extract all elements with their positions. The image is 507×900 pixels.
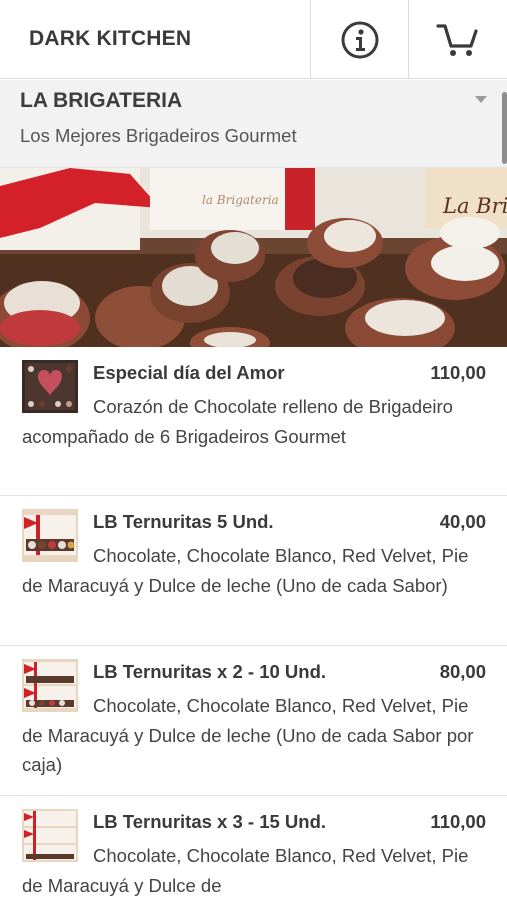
product-description: Chocolate, Chocolate Blanco, Red Velvet,… <box>22 695 474 775</box>
store-name: LA BRIGATERIA <box>20 89 183 112</box>
product-item[interactable]: Especial día del Amor 110,00 Corazón de … <box>0 347 507 496</box>
app-title: DARK KITCHEN <box>29 27 192 50</box>
product-description: Corazón de Chocolate relleno de Brigadei… <box>22 396 453 447</box>
store-banner-image: la Brigateria La Brig <box>0 168 507 347</box>
chevron-down-icon[interactable] <box>475 96 487 103</box>
banner-logo: La Brig <box>442 194 507 218</box>
product-description: Chocolate, Chocolate Blanco, Red Velvet,… <box>22 545 469 596</box>
product-title: Especial día del Amor <box>93 362 285 383</box>
product-item[interactable]: LB Ternuritas 5 Und. 40,00 Chocolate, Ch… <box>0 496 507 646</box>
product-item[interactable]: LB Ternuritas x 3 - 15 Und. 110,00 Choco… <box>0 796 507 900</box>
product-price: 110,00 <box>430 362 486 383</box>
top-bar: DARK KITCHEN <box>0 0 507 79</box>
product-price: 80,00 <box>439 661 486 682</box>
store-header[interactable]: LA BRIGATERIA Los Mejores Brigadeiros Go… <box>0 80 507 168</box>
product-title: LB Ternuritas x 3 - 15 Und. <box>93 811 327 832</box>
product-description: Chocolate, Chocolate Blanco, Red Velvet,… <box>22 845 469 896</box>
product-price: 40,00 <box>439 511 486 532</box>
scrollbar[interactable] <box>502 92 507 164</box>
shopping-cart-icon <box>436 23 478 56</box>
product-title: LB Ternuritas x 2 - 10 Und. <box>93 661 327 682</box>
store-subtitle: Los Mejores Brigadeiros Gourmet <box>20 125 297 146</box>
info-circle-icon <box>341 21 378 58</box>
product-list: Especial día del Amor 110,00 Corazón de … <box>0 347 507 900</box>
banner-box-label: la Brigateria <box>202 193 279 207</box>
info-button[interactable] <box>310 0 408 79</box>
cart-button[interactable] <box>408 0 507 79</box>
product-title: LB Ternuritas 5 Und. <box>93 511 274 532</box>
product-price: 110,00 <box>430 811 486 832</box>
product-item[interactable]: LB Ternuritas x 2 - 10 Und. 80,00 Chocol… <box>0 646 507 796</box>
